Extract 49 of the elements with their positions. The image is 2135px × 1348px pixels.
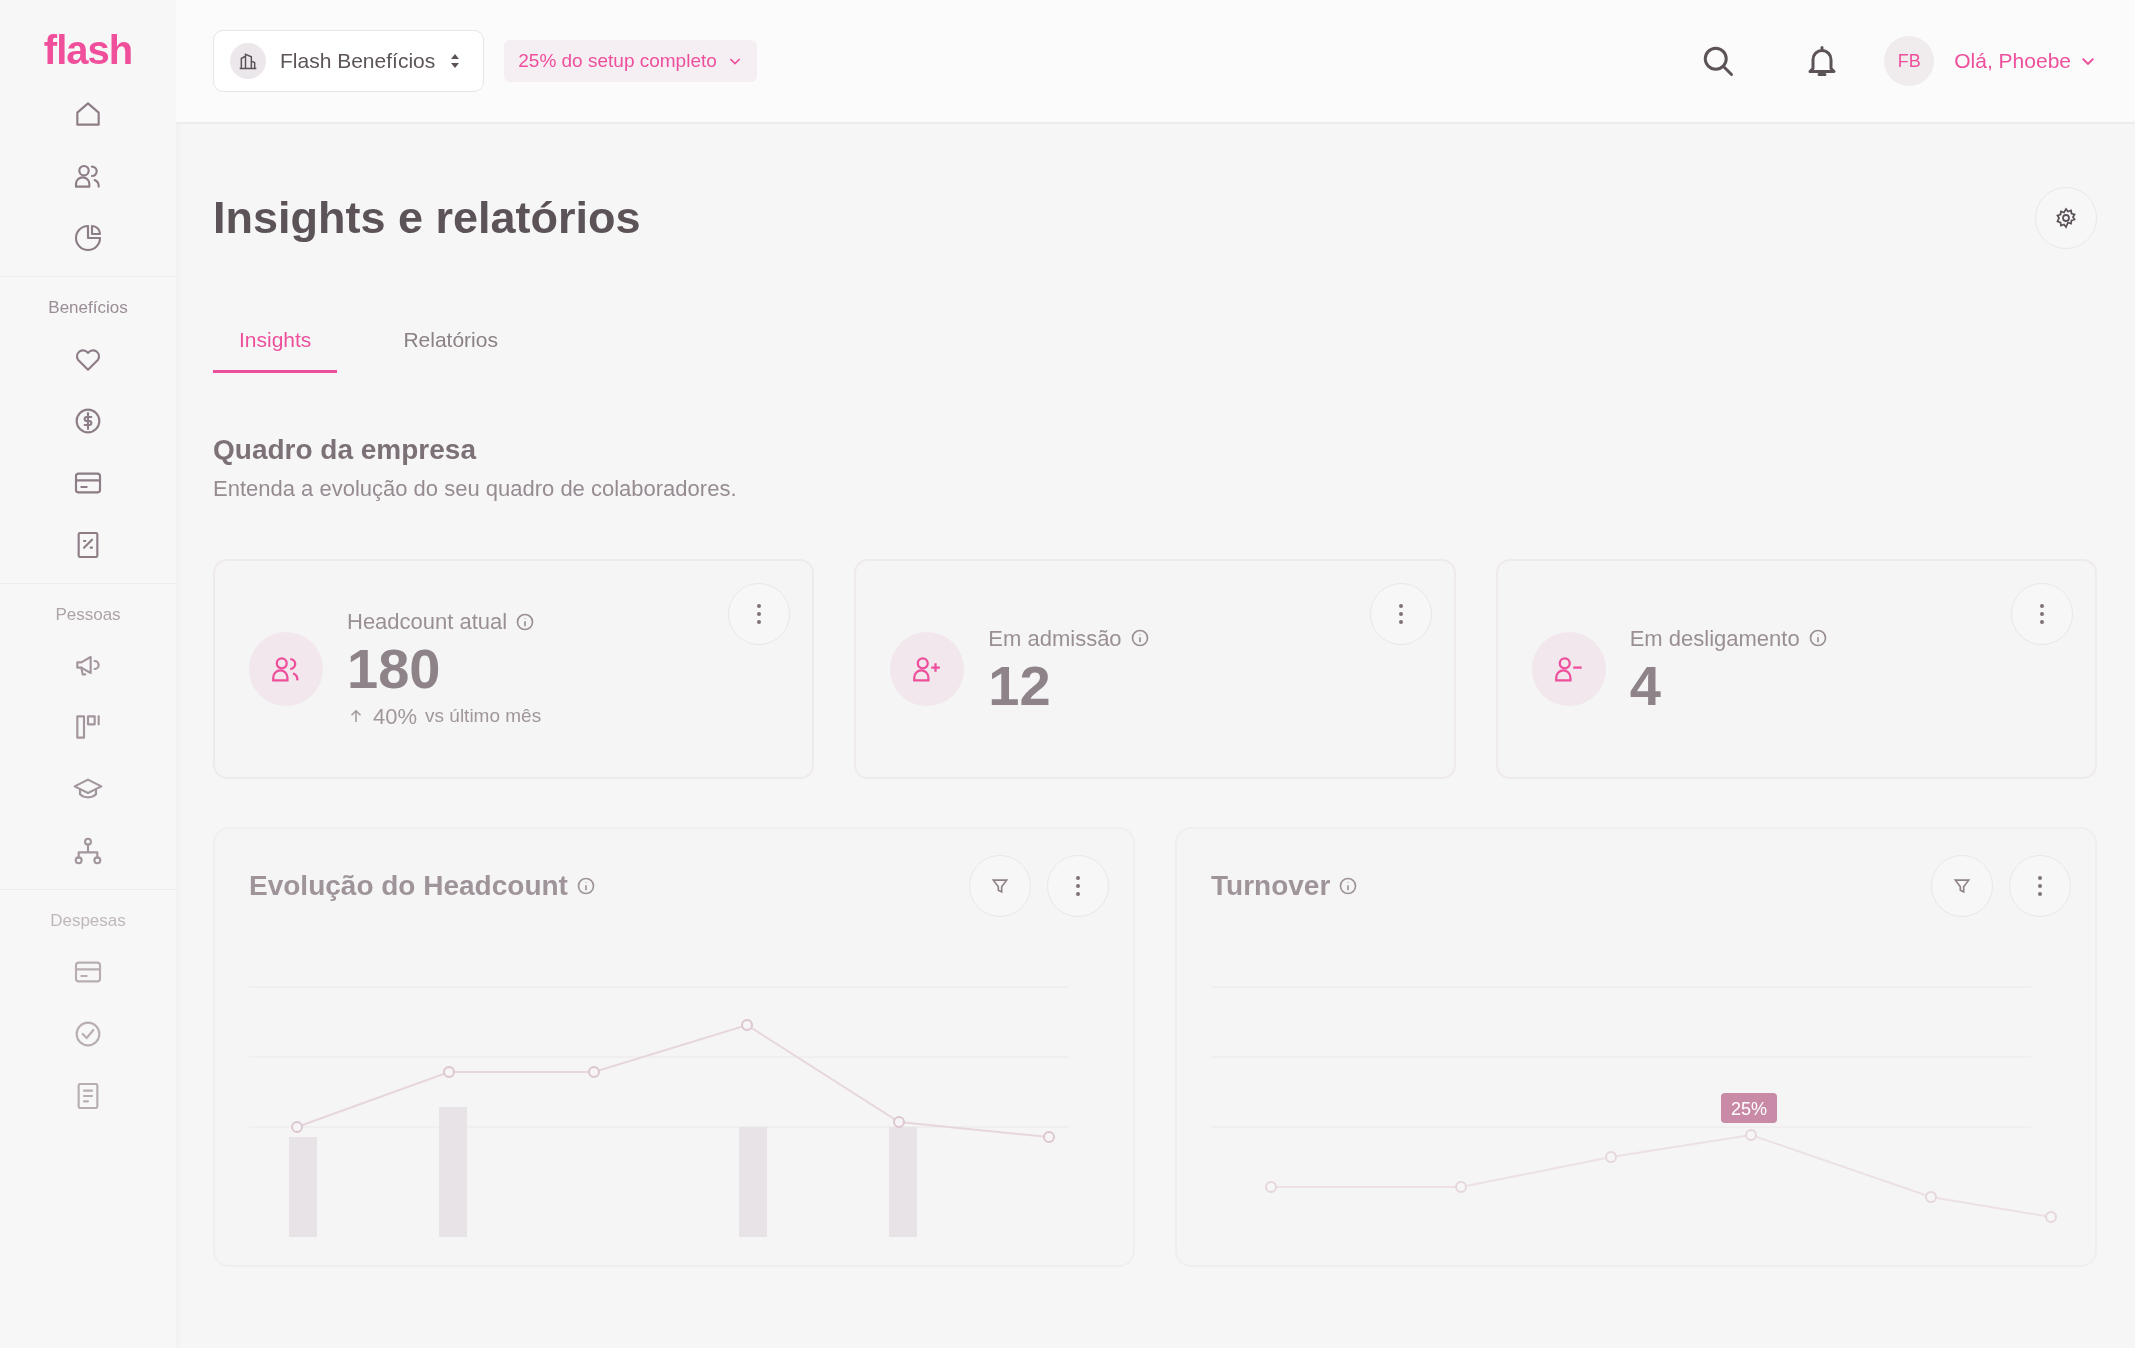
sidebar-section-title: Pessoas — [55, 603, 121, 626]
logo[interactable]: flash — [43, 30, 133, 70]
chart-title: Turnover — [1211, 869, 1331, 904]
metric-label: Em desligamento — [1629, 624, 1800, 653]
info-icon — [1129, 628, 1150, 649]
sidebar-section-title: Despesas — [50, 910, 126, 932]
setup-progress-dropdown[interactable]: 25% do setup completo — [504, 40, 757, 82]
info-icon — [515, 611, 536, 632]
chart-point — [588, 1066, 600, 1079]
sidebar-section-title: Benefícios — [48, 297, 128, 319]
company-selector[interactable]: Flash Benefícios — [213, 30, 485, 92]
building-icon — [238, 51, 258, 71]
info-icon — [1338, 876, 1359, 897]
chart-point — [1265, 1181, 1277, 1194]
more-icon — [1075, 875, 1081, 898]
more-icon — [2039, 603, 2045, 626]
section-subtitle: Entenda a evolução do seu quadro de colaboradores. — [213, 475, 738, 504]
more-icon — [2037, 875, 2043, 898]
trend-comparison: vs último mês — [425, 704, 542, 729]
metric-value: 180 — [347, 638, 442, 700]
settings-icon — [2054, 206, 2078, 230]
chart-point — [2045, 1211, 2057, 1224]
metric-label: Headcount atual — [347, 608, 508, 637]
metric-value: 4 — [1629, 654, 1662, 717]
more-icon — [1397, 603, 1404, 626]
chart-point — [443, 1066, 455, 1079]
chart-point — [1605, 1151, 1617, 1164]
page-title: Insights e relatórios — [213, 191, 641, 245]
chart-point — [1745, 1129, 1757, 1142]
org-chart-icon[interactable] — [72, 835, 104, 867]
user-avatar[interactable]: FB — [1884, 36, 1935, 86]
tab[interactable]: Relatórios — [377, 318, 524, 373]
more-icon — [756, 603, 763, 626]
point-value-label: 25% — [1731, 1099, 1767, 1120]
info-icon — [575, 876, 596, 897]
chart-point — [1455, 1181, 1467, 1194]
user-menu[interactable]: Olá, Phoebe — [1954, 45, 2097, 77]
chart-point — [1043, 1131, 1055, 1144]
pie-chart-icon[interactable] — [72, 222, 104, 254]
value-tag — [1721, 1093, 1777, 1124]
chart-title: Evolução do Headcount — [249, 869, 568, 904]
section-title: Quadro da empresa — [213, 432, 478, 467]
chart-point — [741, 1019, 753, 1032]
metric-value: 12 — [988, 654, 1052, 717]
trend-change: 40% — [373, 702, 418, 731]
tab[interactable]: Insights — [213, 318, 338, 373]
metric-label: Em admissão — [988, 624, 1122, 653]
info-icon — [1807, 628, 1828, 649]
chart-point — [1925, 1191, 1937, 1204]
